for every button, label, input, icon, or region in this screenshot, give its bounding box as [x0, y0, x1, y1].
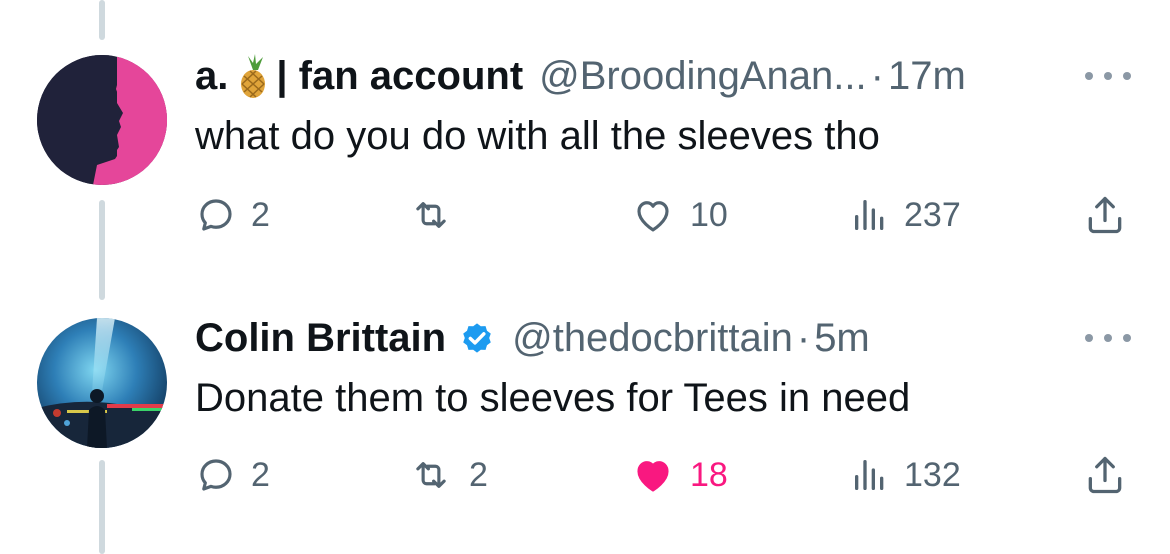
repost-button[interactable]: 2 [407, 450, 488, 500]
timestamp[interactable]: 5m [814, 314, 870, 362]
author-name[interactable]: Colin Brittain [195, 314, 446, 362]
like-button[interactable]: 18 [630, 450, 728, 500]
reply-button[interactable]: 2 [195, 450, 270, 500]
verified-badge-icon [458, 319, 496, 357]
like-count: 18 [690, 455, 728, 494]
views-icon [855, 460, 884, 490]
repost-count: 2 [469, 455, 488, 494]
thread-line-bottom [99, 460, 105, 554]
views-button[interactable]: 132 [850, 450, 961, 500]
tweet-header: Colin Brittain @thedocbrittain · 5m [195, 314, 870, 362]
author-handle[interactable]: @thedocbrittain [512, 314, 793, 362]
heart-icon [637, 461, 669, 492]
more-icon[interactable] [1085, 328, 1131, 348]
separator-dot: · [796, 316, 811, 360]
tweet-text: Donate them to sleeves for Tees in need [195, 376, 911, 420]
reply-count: 2 [251, 455, 270, 494]
views-count: 132 [904, 455, 961, 494]
tweet-actions: 2 2 18 132 [195, 450, 1145, 500]
share-button[interactable] [1083, 450, 1127, 500]
tweet-2[interactable]: Colin Brittain @thedocbrittain · 5m Dona… [0, 0, 1170, 494]
share-icon [1088, 456, 1122, 494]
avatar[interactable] [37, 318, 167, 448]
reply-icon [200, 459, 232, 491]
repost-icon [416, 462, 446, 488]
